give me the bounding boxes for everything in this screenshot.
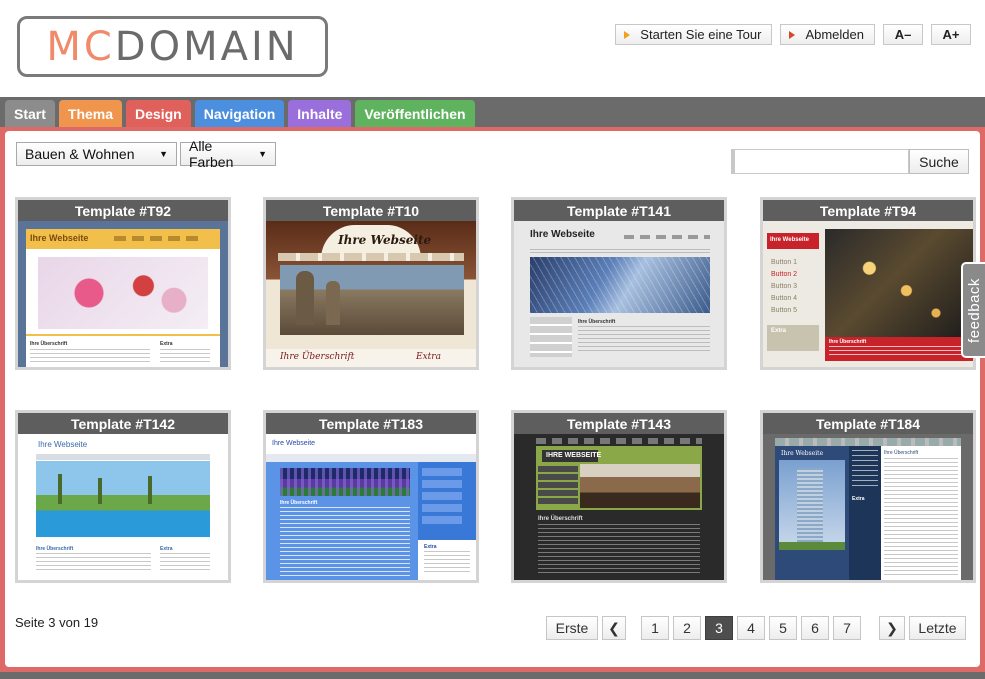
template-title: Template #T142 bbox=[18, 413, 228, 434]
chevron-down-icon: ▼ bbox=[159, 149, 168, 159]
preview-heading: Ihre Überschrift bbox=[30, 341, 68, 347]
template-preview: Ihre Webseite Ihre Überschrift Extra bbox=[18, 221, 228, 367]
bottom-bar bbox=[0, 672, 985, 679]
logo-mc: Mc bbox=[46, 23, 115, 70]
template-card-t143[interactable]: Template #T143 IHRE WEBSEITE Ihre Übersc… bbox=[511, 410, 727, 583]
tab-design[interactable]: Design bbox=[126, 100, 191, 127]
feedback-label: feedback bbox=[965, 277, 983, 343]
prev-page-button[interactable]: ❮ bbox=[602, 616, 626, 640]
preview-menu-4: Button 4 bbox=[771, 295, 798, 302]
preview-heading: Ihre Überschrift bbox=[884, 450, 919, 456]
logo-text: McDomain bbox=[46, 27, 298, 67]
tab-veroeffentlichen[interactable]: Veröffentlichen bbox=[355, 100, 475, 127]
template-preview: Ihre Webseite Ihre Überschrift Extra bbox=[266, 221, 476, 367]
template-title: Template #T143 bbox=[514, 413, 724, 434]
font-smaller-button[interactable]: A– bbox=[883, 24, 923, 45]
page-button-6[interactable]: 6 bbox=[801, 616, 829, 640]
preview-menu-2: Button 2 bbox=[771, 271, 798, 278]
template-card-t141[interactable]: Template #T141 Ihre Webseite Ihre Übersc… bbox=[511, 197, 727, 370]
template-preview: Ihre Webseite Button 1 Button 2 Button 3… bbox=[763, 221, 973, 367]
preview-heading: Ihre Überschrift bbox=[280, 352, 355, 362]
tab-inhalte[interactable]: Inhalte bbox=[288, 100, 352, 127]
tab-thema[interactable]: Thema bbox=[58, 100, 123, 127]
template-title: Template #T94 bbox=[763, 200, 973, 221]
color-select[interactable]: Alle Farben ▼ bbox=[180, 138, 276, 170]
preview-side-heading: Extra bbox=[852, 496, 865, 502]
template-preview: Ihre Webseite Ihre Überschrift Extra bbox=[18, 434, 228, 580]
play-icon bbox=[789, 30, 796, 39]
preview-side-heading: Extra bbox=[160, 341, 173, 347]
start-tour-label: Starten Sie eine Tour bbox=[640, 27, 762, 42]
template-title: Template #T92 bbox=[18, 200, 228, 221]
tab-navigation[interactable]: Navigation bbox=[194, 100, 285, 127]
template-preview: IHRE WEBSEITE Ihre Überschrift bbox=[514, 434, 724, 580]
font-larger-button[interactable]: A+ bbox=[931, 24, 971, 45]
color-select-value: Alle Farben bbox=[189, 138, 234, 170]
preview-site-title: IHRE WEBSEITE bbox=[546, 452, 602, 459]
template-card-t183[interactable]: Template #T183 Ihre Webseite Ihre Übersc… bbox=[263, 410, 479, 583]
template-title: Template #T183 bbox=[266, 413, 476, 434]
page-button-5[interactable]: 5 bbox=[769, 616, 797, 640]
page-button-7[interactable]: 7 bbox=[833, 616, 861, 640]
template-card-t92[interactable]: Template #T92 Ihre Webseite Ihre Übersch… bbox=[15, 197, 231, 370]
play-icon bbox=[624, 30, 631, 39]
page-button-3-current[interactable]: 3 bbox=[705, 616, 733, 640]
start-tour-button[interactable]: Starten Sie eine Tour bbox=[615, 24, 773, 45]
next-page-button[interactable]: ❯ bbox=[879, 616, 905, 640]
template-preview: Ihre Webseite Extra Ihre Überschrift bbox=[763, 434, 973, 580]
template-card-t10[interactable]: Template #T10 Ihre Webseite Ihre Übersch… bbox=[263, 197, 479, 370]
top-actions: Starten Sie eine Tour Abmelden A– A+ bbox=[615, 24, 971, 45]
logout-label: Abmelden bbox=[805, 27, 864, 42]
template-preview: Ihre Webseite Ihre Überschrift bbox=[514, 221, 724, 367]
template-gallery: Bauen & Wohnen ▼ Alle Farben ▼ Suche Tem… bbox=[5, 131, 980, 667]
preview-site-title: Ihre Webseite bbox=[781, 450, 824, 457]
tab-start[interactable]: Start bbox=[5, 100, 55, 127]
template-preview: Ihre Webseite Ihre Überschrift Extra bbox=[266, 434, 476, 580]
template-title: Template #T184 bbox=[763, 413, 973, 434]
logo-domain: Domain bbox=[114, 23, 299, 70]
template-card-t94[interactable]: Template #T94 Ihre Webseite Button 1 But… bbox=[760, 197, 976, 370]
preview-side-heading: Extra bbox=[771, 328, 787, 334]
chevron-down-icon: ▼ bbox=[258, 149, 267, 159]
preview-site-title: Ihre Webseite bbox=[770, 237, 809, 243]
preview-site-title: Ihre Webseite bbox=[272, 440, 316, 447]
logout-button[interactable]: Abmelden bbox=[780, 24, 875, 45]
preview-heading: Ihre Überschrift bbox=[578, 319, 616, 325]
chevron-left-icon: ❮ bbox=[608, 619, 620, 636]
preview-menu-3: Button 3 bbox=[771, 283, 798, 290]
preview-heading: Ihre Überschrift bbox=[280, 500, 318, 506]
preview-heading: Ihre Überschrift bbox=[36, 546, 74, 552]
first-page-button[interactable]: Erste bbox=[546, 616, 598, 640]
preview-side-heading: Extra bbox=[160, 546, 173, 552]
preview-site-title: Ihre Webseite bbox=[30, 233, 89, 243]
page-button-4[interactable]: 4 bbox=[737, 616, 765, 640]
design-panel: Bauen & Wohnen ▼ Alle Farben ▼ Suche Tem… bbox=[0, 127, 985, 679]
page-button-2[interactable]: 2 bbox=[673, 616, 701, 640]
search-input[interactable] bbox=[731, 149, 909, 174]
preview-side-heading: Extra bbox=[416, 352, 441, 362]
search-button[interactable]: Suche bbox=[909, 149, 969, 174]
category-select[interactable]: Bauen & Wohnen ▼ bbox=[16, 142, 177, 166]
category-select-value: Bauen & Wohnen bbox=[25, 146, 135, 162]
preview-menu-1: Button 1 bbox=[771, 259, 798, 266]
preview-side-heading: Extra bbox=[424, 544, 437, 550]
preview-site-title: Ihre Webseite bbox=[530, 229, 595, 240]
preview-site-title: Ihre Webseite bbox=[338, 233, 432, 247]
template-title: Template #T10 bbox=[266, 200, 476, 221]
feedback-tab[interactable]: feedback bbox=[961, 262, 985, 358]
preview-heading: Ihre Überschrift bbox=[829, 339, 867, 345]
template-card-t184[interactable]: Template #T184 Ihre Webseite Extra Ihre … bbox=[760, 410, 976, 583]
template-title: Template #T141 bbox=[514, 200, 724, 221]
chevron-right-icon: ❯ bbox=[886, 619, 898, 636]
preview-heading: Ihre Überschrift bbox=[538, 516, 583, 522]
logo[interactable]: McDomain bbox=[17, 16, 328, 77]
main-tabs: Start Thema Design Navigation Inhalte Ve… bbox=[5, 100, 475, 127]
preview-site-title: Ihre Webseite bbox=[38, 440, 88, 449]
last-page-button[interactable]: Letzte bbox=[909, 616, 966, 640]
template-card-t142[interactable]: Template #T142 Ihre Webseite Ihre Übersc… bbox=[15, 410, 231, 583]
page-button-1[interactable]: 1 bbox=[641, 616, 669, 640]
page-info: Seite 3 von 19 bbox=[15, 615, 99, 630]
preview-menu-5: Button 5 bbox=[771, 307, 798, 314]
